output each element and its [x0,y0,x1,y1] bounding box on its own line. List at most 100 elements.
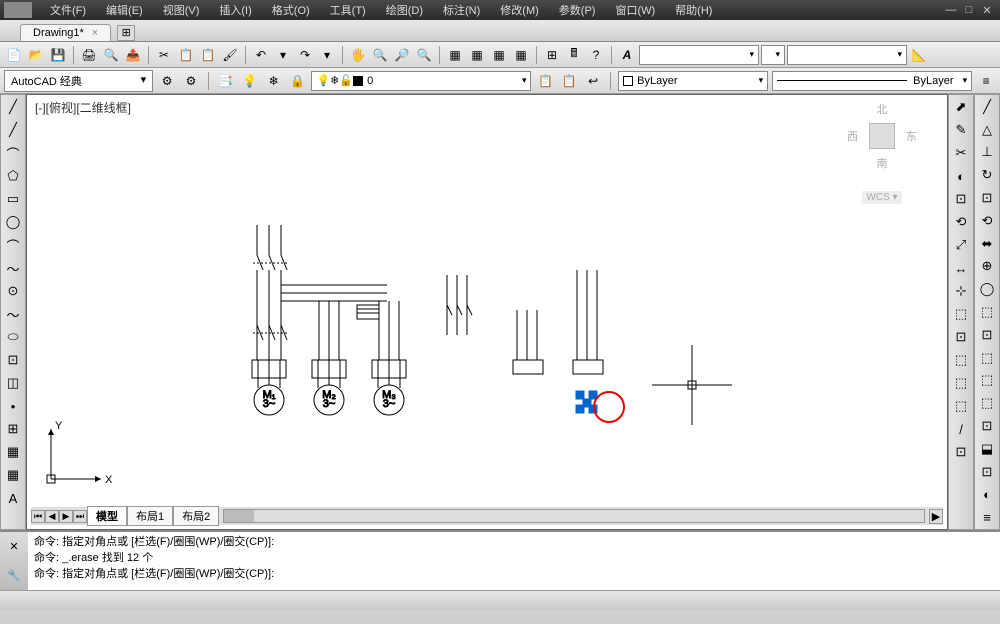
layer-on-icon[interactable]: 💡 [240,71,260,91]
stretch-icon[interactable]: ⊹ [951,281,971,301]
open-icon[interactable]: 📂 [26,45,46,65]
menu-tools[interactable]: 工具(T) [320,2,376,18]
properties-icon[interactable]: ▦ [445,45,465,65]
menu-format[interactable]: 格式(O) [262,2,320,18]
redo-icon[interactable]: ↷ [295,45,315,65]
polyline-icon[interactable]: ⌒ [3,143,23,163]
layer-manager-icon[interactable]: 📑 [216,71,236,91]
dim-linear-icon[interactable]: ╱ [977,97,997,117]
table-icon[interactable]: ▦ [3,465,23,485]
dim-update-icon[interactable]: ◐ [977,485,997,505]
dimstyle-current-icon[interactable]: ≡ [977,507,997,527]
layer-freeze-icon[interactable]: ❄ [264,71,284,91]
offset-icon[interactable]: ◐ [951,166,971,186]
help-icon[interactable]: ? [586,45,606,65]
layer-lock-icon[interactable]: 🔒 [288,71,308,91]
dim-radius-icon[interactable]: ⊡ [977,188,997,208]
break-icon[interactable]: ⬚ [951,350,971,370]
spline-icon[interactable]: ～ [3,258,23,278]
move-icon[interactable]: ⟲ [951,212,971,232]
annoscale-dropdown[interactable]: ▾ [761,45,785,65]
layout-last-icon[interactable]: ⏭ [73,510,87,523]
markup-icon[interactable]: ⊞ [542,45,562,65]
hatch-icon[interactable]: • [3,396,23,416]
line-icon[interactable]: ╱ [3,97,23,117]
tab-layout2[interactable]: 布局2 [173,506,219,526]
document-tab[interactable]: Drawing1* × [20,24,111,41]
menu-parametric[interactable]: 参数(P) [549,2,606,18]
layer-dropdown[interactable]: 💡❄🔓 0 ▾ [311,71,531,91]
dim-tedit-icon[interactable]: ⊡ [977,462,997,482]
rectangle-icon[interactable]: ▭ [3,189,23,209]
mirror-icon[interactable]: ✂ [951,143,971,163]
layout-next-icon[interactable]: ▶ [59,510,73,523]
copy-obj-icon[interactable]: ✎ [951,120,971,140]
xline-icon[interactable]: ╱ [3,120,23,140]
gradient-icon[interactable]: ⊞ [3,419,23,439]
dim-break-icon[interactable]: ⬚ [977,348,997,368]
tolerance-icon[interactable]: ⬚ [977,371,997,391]
layer-prev-icon[interactable]: ↩ [583,71,603,91]
dim-baseline-icon[interactable]: ◯ [977,279,997,299]
textstyle-icon[interactable]: A [617,45,637,65]
preview-icon[interactable]: 🔍 [101,45,121,65]
ellipse-icon[interactable]: ⊙ [3,281,23,301]
dim-jogged-icon[interactable]: ⬌ [977,234,997,254]
menu-file[interactable]: 文件(F) [40,2,96,18]
menu-view[interactable]: 视图(V) [153,2,210,18]
fillet-icon[interactable]: / [951,419,971,439]
dim-edit-icon[interactable]: ⬓ [977,439,997,459]
paste-icon[interactable]: 📋 [198,45,218,65]
textstyle-dropdown[interactable]: ▾ [639,45,759,65]
viewcube-east[interactable]: 东 [906,128,917,144]
extend-icon[interactable]: ⊡ [951,327,971,347]
centermark-icon[interactable]: ⬚ [977,393,997,413]
publish-icon[interactable]: 📤 [123,45,143,65]
undo-icon[interactable]: ↶ [251,45,271,65]
insert-icon[interactable]: ⬭ [3,327,23,347]
erase-icon[interactable]: ⬈ [951,97,971,117]
status-bar[interactable] [0,590,1000,610]
zoom-realtime-icon[interactable]: 🔍 [370,45,390,65]
cut-icon[interactable]: ✂ [154,45,174,65]
dimstyle-dropdown[interactable]: ▾ [787,45,907,65]
workspace-settings-icon[interactable]: ⚙ [157,71,177,91]
dim-continue-icon[interactable]: ⬚ [977,302,997,322]
command-history[interactable]: 命令: 指定对角点或 [栏选(F)/圈围(WP)/圈交(CP)]: 命令: _.… [28,532,1000,590]
close-icon[interactable]: × [92,27,98,39]
minimize-button[interactable]: — [942,4,960,17]
region-icon[interactable]: ▦ [3,442,23,462]
quickcalc-icon[interactable]: 🖩 [564,45,584,65]
redo-dropdown-icon[interactable]: ▾ [317,45,337,65]
array-icon[interactable]: ⊡ [951,189,971,209]
polygon-icon[interactable]: ⬠ [3,166,23,186]
layer-isolate-icon[interactable]: 📋 [559,71,579,91]
trim-icon[interactable]: ⬚ [951,304,971,324]
drawing-canvas[interactable]: [-][俯视][二维线框] 北 西 东 南 WCS ▾ [26,94,948,530]
circle-icon[interactable]: ⌒ [3,235,23,255]
join-icon[interactable]: ⬚ [951,373,971,393]
explode-icon[interactable]: ⊡ [951,442,971,462]
layout-prev-icon[interactable]: ◀ [45,510,59,523]
dimstyle-icon[interactable]: 📐 [909,45,929,65]
zoom-previous-icon[interactable]: 🔍 [414,45,434,65]
scroll-right-icon[interactable]: ▶ [929,509,943,524]
ellipsearc-icon[interactable]: ～ [3,304,23,324]
close-button[interactable]: ✕ [978,4,996,17]
point-icon[interactable]: ◫ [3,373,23,393]
rotate-icon[interactable]: ⤢ [951,235,971,255]
menu-modify[interactable]: 修改(M) [490,2,549,18]
workspace-combo[interactable]: AutoCAD 经典 ▾ [4,70,153,92]
designcenter-icon[interactable]: ▦ [467,45,487,65]
tab-model[interactable]: 模型 [87,506,127,526]
arc-icon[interactable]: ◯ [3,212,23,232]
maximize-button[interactable]: □ [960,4,978,17]
pan-icon[interactable]: 🖐 [348,45,368,65]
matchprop-icon[interactable]: 🖌 [220,45,240,65]
menu-insert[interactable]: 插入(I) [209,2,261,18]
wrench-icon[interactable]: 🔧 [7,569,21,582]
inspect-icon[interactable]: ⊡ [977,416,997,436]
layer-states-icon[interactable]: 📋 [535,71,555,91]
horizontal-scrollbar[interactable] [223,509,925,523]
close-icon[interactable]: ✕ [9,540,18,553]
